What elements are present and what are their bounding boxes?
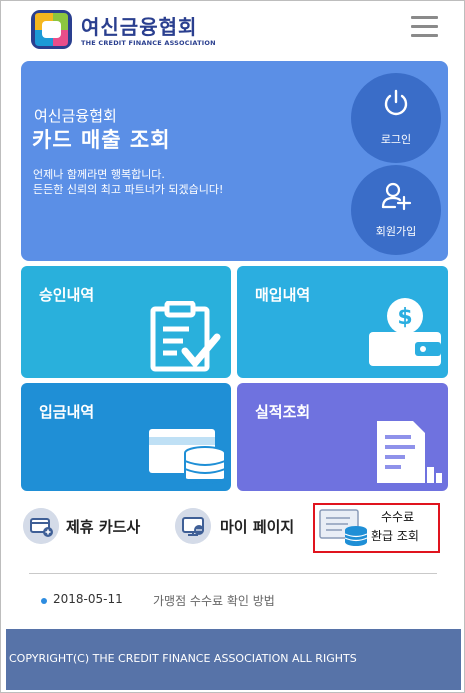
- notice-title-link[interactable]: 가맹점 수수료 확인 방법: [153, 592, 275, 609]
- my-page-icon[interactable]: [175, 508, 211, 544]
- document-coins-icon: [319, 509, 368, 546]
- tile-deposit-label: 입금내역: [39, 403, 95, 421]
- svg-text:$: $: [397, 305, 412, 330]
- my-page-link[interactable]: 마이 페이지: [220, 516, 294, 537]
- refund-label-line2: 환급 조회: [371, 529, 419, 543]
- tile-performance-label: 실적조회: [255, 403, 311, 421]
- add-user-icon: [381, 182, 412, 211]
- logo-subtitle: THE CREDIT FINANCE ASSOCIATION: [81, 39, 216, 47]
- report-chart-icon: [377, 421, 442, 483]
- partner-card-link[interactable]: 제휴 카드사: [66, 516, 140, 537]
- menu-icon[interactable]: [411, 16, 438, 38]
- logo-icon: [31, 10, 72, 49]
- tile-deposit-history[interactable]: 입금내역: [21, 383, 231, 491]
- logo-title: 여신금융협회: [81, 15, 198, 39]
- tile-purchase-history[interactable]: 매입내역 $: [237, 266, 448, 378]
- tile-approval-history[interactable]: 승인내역: [21, 266, 231, 378]
- hero-description-line2: 든든한 신뢰의 최고 파트너가 되겠습니다!: [33, 183, 224, 196]
- wallet-icon: $: [369, 298, 441, 366]
- footer-copyright: COPYRIGHT(C) THE CREDIT FINANCE ASSOCIAT…: [9, 652, 357, 665]
- signup-button[interactable]: 회원가입: [351, 165, 441, 255]
- tile-purchase-label: 매입내역: [255, 286, 311, 304]
- tile-approval-label: 승인내역: [39, 286, 95, 304]
- hero-title: 카드 매출 조회: [32, 128, 171, 152]
- partner-card-icon[interactable]: [23, 508, 59, 544]
- login-button[interactable]: 로그인: [351, 73, 441, 163]
- tile-performance[interactable]: 실적조회: [237, 383, 448, 491]
- clipboard-check-icon: [150, 301, 221, 372]
- power-icon: [384, 89, 408, 116]
- card-coins-icon: [149, 429, 226, 484]
- refund-label-line1: 수수료: [381, 510, 415, 524]
- hero-org-name: 여신금융협회: [34, 107, 117, 125]
- login-label: 로그인: [380, 133, 412, 146]
- divider: [29, 573, 437, 574]
- notice-date: 2018-05-11: [53, 592, 123, 606]
- bullet-icon: [41, 598, 47, 604]
- hero-description-line1: 언제나 함께라면 행복합니다.: [33, 168, 165, 181]
- signup-label: 회원가입: [375, 225, 417, 238]
